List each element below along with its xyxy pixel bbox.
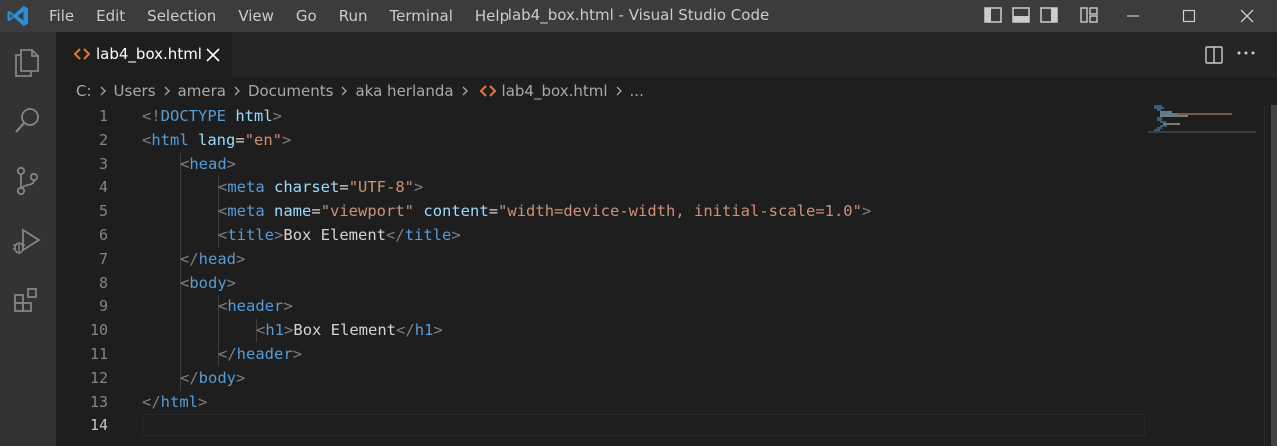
minimize-icon [1127,15,1139,17]
menu-view[interactable]: View [227,0,285,32]
code-editor[interactable]: 1 2 3 4 5 6 7 8 9 10 11 12 13 14 <!DOCTY… [56,105,1277,446]
line-number-active: 14 [89,416,108,435]
tab-lab4-box-html[interactable]: lab4_box.html [56,32,232,77]
window-title: lab4_box.html - Visual Studio Code [507,6,770,24]
minimize-button[interactable] [1110,0,1156,32]
line-number: 12 [89,368,108,387]
line-number: 6 [98,226,108,244]
minimap[interactable] [1148,105,1260,145]
more-actions-icon[interactable] [1234,43,1258,63]
chevron-right-icon [342,86,348,96]
line-number: 8 [98,273,108,292]
close-icon [1240,9,1254,23]
code-line: <!DOCTYPE html> [142,107,283,125]
html-file-icon [74,48,90,60]
editor-tab-bar: lab4_box.html [56,32,1277,77]
breadcrumb-drive[interactable]: C: [76,82,92,100]
menu-go[interactable]: Go [285,0,328,32]
split-editor-icon[interactable] [1204,45,1224,65]
code-line: </header> [218,345,303,363]
scrollbar-thumb[interactable] [1271,105,1277,446]
line-number: 1 [98,107,108,125]
close-icon[interactable] [204,46,222,64]
code-line: <meta name="viewport" content="width=dev… [218,202,872,221]
code-line: <html lang="en"> [142,130,292,149]
title-bar: File Edit Selection View Go Run Terminal… [0,0,1277,32]
code-line: </html> [142,392,208,411]
menu-bar: File Edit Selection View Go Run Terminal… [38,0,520,32]
vscode-logo-icon [7,6,28,26]
minimap-slider[interactable] [1148,131,1256,133]
toggle-secondary-sidebar-icon[interactable] [1040,7,1058,23]
explorer-button[interactable] [8,44,46,82]
run-debug-button[interactable] [8,222,46,260]
menu-edit[interactable]: Edit [85,0,136,32]
code-line: <title>Box Element</title> [218,226,461,244]
code-line: <meta charset="UTF-8"> [218,178,424,197]
line-number: 9 [98,297,108,316]
window-close-button[interactable] [1224,0,1270,32]
line-number: 13 [89,392,108,411]
line-number: 11 [89,345,108,363]
chevron-right-icon [100,86,106,96]
line-number: 10 [89,321,108,340]
current-line-highlight [142,414,1145,436]
extensions-button[interactable] [8,282,46,320]
chevron-right-icon [616,86,622,96]
breadcrumb-amera[interactable]: amera [178,82,226,100]
maximize-button[interactable] [1166,0,1212,32]
search-button[interactable] [8,102,46,140]
code-line: <head> [180,154,237,173]
breadcrumb: C: Users amera Documents aka herlanda la… [56,77,1277,105]
customize-layout-icon[interactable] [1080,7,1098,23]
chevron-right-icon [164,86,170,96]
toggle-primary-sidebar-icon[interactable] [984,7,1002,23]
code-line: <h1>Box Element</h1> [256,321,443,340]
source-control-button[interactable] [8,162,46,200]
line-number: 7 [98,249,108,268]
code-line: </head> [180,249,246,268]
toggle-panel-icon[interactable] [1012,7,1030,23]
html-file-icon [479,85,496,97]
menu-selection[interactable]: Selection [136,0,227,32]
activity-bar [0,32,56,446]
line-number: 2 [98,130,108,149]
line-number: 4 [98,178,108,197]
code-line: <body> [180,273,237,292]
source-control-icon [16,166,39,196]
maximize-icon [1182,9,1196,23]
search-icon [15,108,39,133]
line-number: 5 [98,202,108,221]
chevron-right-icon [462,86,468,96]
code-line: <header> [218,297,293,316]
breadcrumb-aka-herlanda[interactable]: aka herlanda [355,82,453,100]
breadcrumb-file[interactable]: lab4_box.html [502,82,608,100]
chevron-right-icon [234,86,240,96]
line-number: 3 [98,154,108,173]
breadcrumb-symbols[interactable]: ... [630,82,644,100]
tab-label: lab4_box.html [96,45,202,63]
extensions-icon [14,288,37,312]
menu-terminal[interactable]: Terminal [379,0,464,32]
menu-run[interactable]: Run [328,0,379,32]
breadcrumb-documents[interactable]: Documents [248,82,334,100]
run-debug-icon [13,228,41,254]
explorer-icon [15,49,39,77]
menu-file[interactable]: File [38,0,85,32]
code-line: </body> [180,368,246,387]
breadcrumb-users[interactable]: Users [114,82,156,100]
